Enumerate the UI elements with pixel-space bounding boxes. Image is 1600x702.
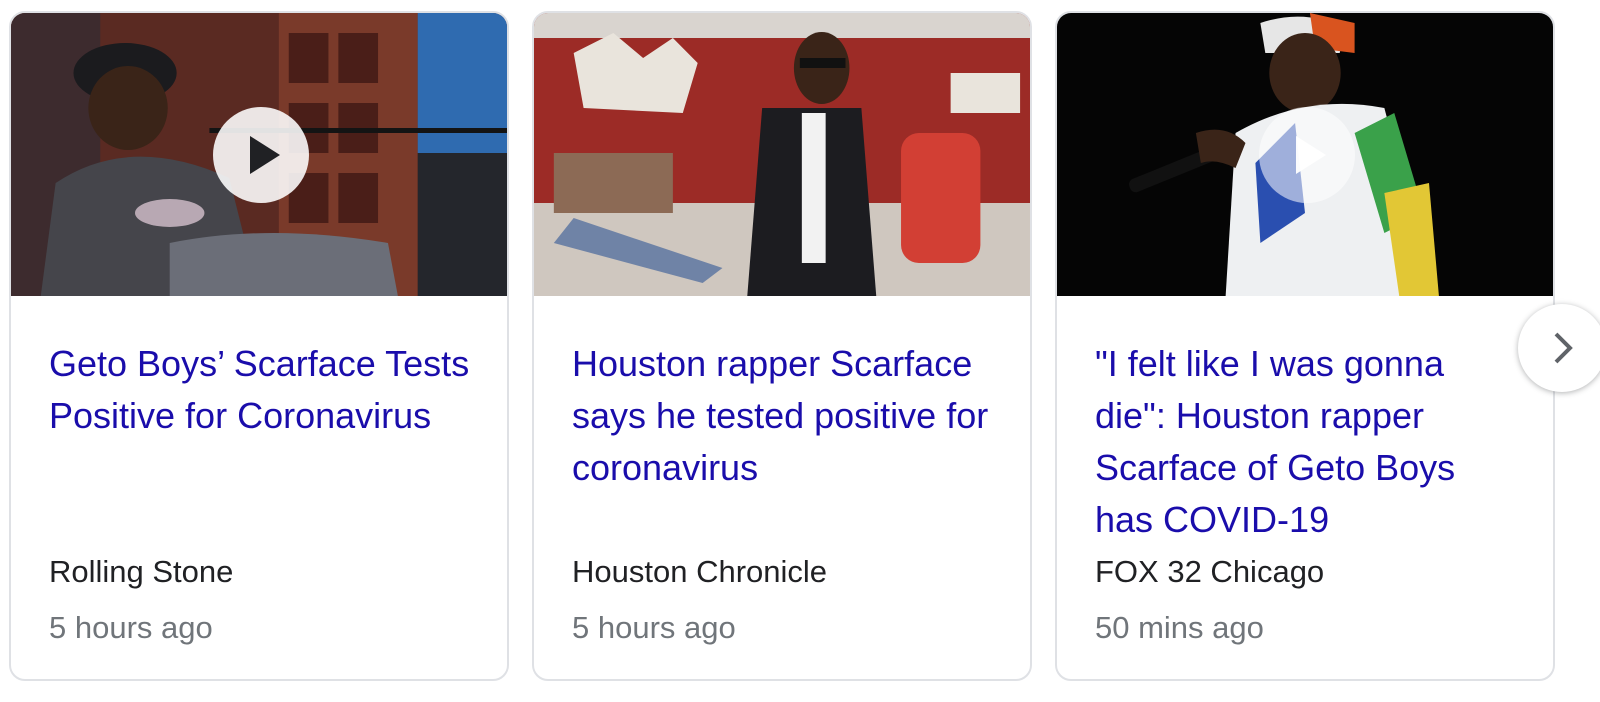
article-title-link[interactable]: Geto Boys’ Scarface Tests Positive for C… [49,338,477,442]
timestamp: 5 hours ago [49,610,213,645]
top-stories-carousel: Geto Boys’ Scarface Tests Positive for C… [0,0,1600,702]
timestamp: 5 hours ago [572,610,736,645]
article-title-link[interactable]: Houston rapper Scarface says he tested p… [572,338,1000,494]
news-thumbnail[interactable] [11,13,507,296]
source-name: Houston Chronicle [572,554,828,589]
video-play-button[interactable] [213,107,309,203]
chevron-right-icon [1554,332,1573,364]
card-body: Houston rapper Scarface says he tested p… [572,296,1000,679]
thumbnail-image [534,13,1030,296]
source-name: FOX 32 Chicago [1095,554,1325,589]
source-name: Rolling Stone [49,554,234,589]
timestamp: 50 mins ago [1095,610,1264,645]
card-body: "I felt like I was gonna die": Houston r… [1095,296,1523,679]
news-thumbnail[interactable] [534,13,1030,296]
play-icon [250,136,280,174]
news-thumbnail[interactable] [1057,13,1553,296]
play-icon [1296,136,1326,174]
news-card[interactable]: "I felt like I was gonna die": Houston r… [1055,11,1555,681]
article-title-link[interactable]: "I felt like I was gonna die": Houston r… [1095,338,1523,546]
news-card[interactable]: Houston rapper Scarface says he tested p… [532,11,1032,681]
video-play-button[interactable] [1259,107,1355,203]
news-card[interactable]: Geto Boys’ Scarface Tests Positive for C… [9,11,509,681]
carousel-next-button[interactable] [1518,304,1600,392]
card-body: Geto Boys’ Scarface Tests Positive for C… [49,296,477,679]
